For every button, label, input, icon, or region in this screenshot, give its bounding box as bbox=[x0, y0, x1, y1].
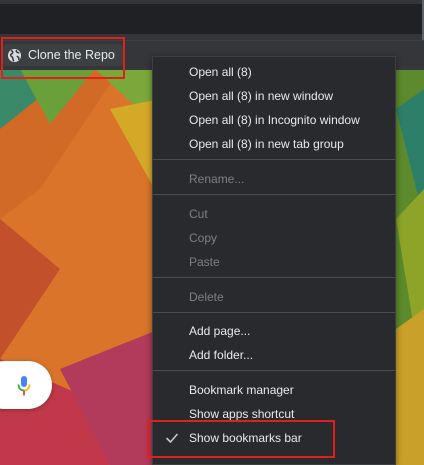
bookmark-label: Clone the Repo bbox=[28, 48, 115, 62]
menu-item-delete[interactable]: Delete bbox=[153, 285, 395, 309]
menu-item-bookmark-manager[interactable]: Bookmark manager bbox=[153, 378, 395, 402]
browser-toolbar bbox=[0, 0, 424, 40]
menu-item-open-all[interactable]: Open all (8) bbox=[153, 60, 395, 84]
menu-item-label: Show bookmarks bar bbox=[189, 431, 302, 445]
menu-item-show-bookmarks-bar[interactable]: Show bookmarks bar bbox=[153, 426, 395, 450]
menu-separator bbox=[153, 370, 395, 371]
menu-item-cut[interactable]: Cut bbox=[153, 202, 395, 226]
globe-icon bbox=[7, 48, 22, 62]
menu-item-add-page[interactable]: Add page... bbox=[153, 319, 395, 343]
menu-item-copy[interactable]: Copy bbox=[153, 226, 395, 250]
menu-separator bbox=[153, 277, 395, 278]
microphone-icon bbox=[17, 376, 31, 396]
menu-item-add-folder[interactable]: Add folder... bbox=[153, 343, 395, 367]
menu-separator bbox=[153, 159, 395, 160]
menu-item-open-all-tab-group[interactable]: Open all (8) in new tab group bbox=[153, 132, 395, 156]
menu-separator bbox=[153, 312, 395, 313]
menu-item-show-apps-shortcut[interactable]: Show apps shortcut bbox=[153, 402, 395, 426]
bookmark-context-menu: Open all (8) Open all (8) in new window … bbox=[152, 56, 396, 465]
checkmark-icon bbox=[166, 433, 178, 443]
menu-item-rename[interactable]: Rename... bbox=[153, 167, 395, 191]
menu-item-open-all-incognito[interactable]: Open all (8) in Incognito window bbox=[153, 108, 395, 132]
menu-item-paste[interactable]: Paste bbox=[153, 250, 395, 274]
address-bar[interactable] bbox=[0, 4, 424, 34]
menu-separator bbox=[153, 194, 395, 195]
bookmark-clone-the-repo[interactable]: Clone the Repo bbox=[3, 44, 123, 66]
menu-item-open-all-new-window[interactable]: Open all (8) in new window bbox=[153, 84, 395, 108]
